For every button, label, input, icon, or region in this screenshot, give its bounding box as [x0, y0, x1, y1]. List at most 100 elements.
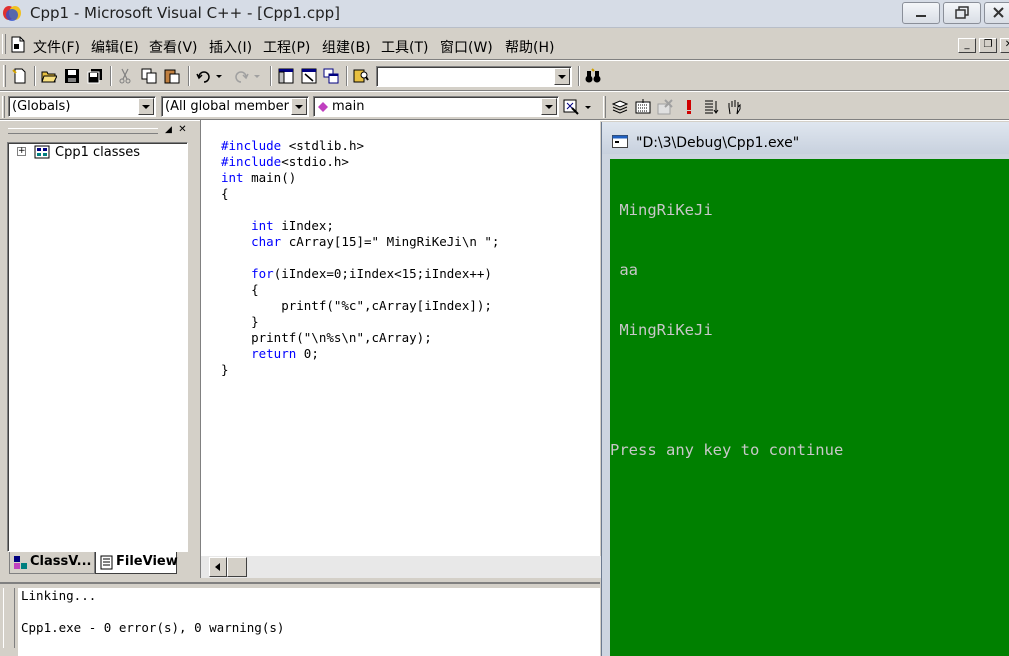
mdi-minimize-icon: _ [964, 39, 970, 50]
toolbar-grip[interactable] [3, 65, 6, 87]
save-all-icon[interactable] [87, 68, 103, 84]
find-combo[interactable] [376, 66, 572, 87]
filter-combo-dropdown[interactable] [291, 98, 307, 115]
scroll-left-button[interactable] [209, 557, 227, 577]
scroll-thumb[interactable] [227, 557, 247, 577]
tab-fileview[interactable]: FileView [95, 552, 178, 574]
paste-icon[interactable] [164, 68, 180, 84]
class-tree: + Cpp1 classes [7, 142, 188, 552]
redo-icon[interactable] [233, 68, 249, 84]
mdi-restore-icon: ❐ [983, 39, 993, 50]
code-line: #include <stdlib.h> [221, 138, 365, 153]
stop-build-icon[interactable] [657, 99, 673, 115]
console-output[interactable]: MingRiKeJi aa MingRiKeJi Press any key t… [610, 159, 1009, 656]
minimize-button[interactable] [902, 2, 940, 24]
menu-window[interactable]: 窗口(W) [440, 37, 493, 57]
members-combo[interactable]: main [313, 96, 559, 117]
console-line: MingRiKeJi [610, 321, 713, 339]
console-line: Press any key to continue [610, 441, 844, 459]
copy-icon[interactable] [141, 68, 157, 84]
workspace-icon[interactable] [278, 68, 294, 84]
toolbar-grip[interactable] [2, 96, 5, 118]
class-combo[interactable]: (Globals) [8, 96, 156, 117]
go-debug-icon[interactable] [703, 99, 719, 115]
class-combo-value: (Globals) [12, 99, 71, 114]
wizard-bar: (Globals) (All global member main [0, 93, 760, 122]
wizard-action-icon[interactable] [563, 99, 579, 115]
fileview-icon [100, 555, 113, 570]
code-line: char cArray[15]=" MingRiKeJi\n "; [251, 234, 500, 249]
classview-icon [14, 556, 27, 569]
console-title-bar[interactable]: "D:\3\Debug\Cpp1.exe" [602, 122, 1009, 154]
tree-expand-toggle[interactable]: + [17, 147, 26, 156]
new-file-icon[interactable] [12, 68, 28, 84]
mdi-close-icon: ✕ [1004, 39, 1009, 50]
output-text[interactable]: Linking... Cpp1.exe - 0 error(s), 0 warni… [18, 588, 600, 656]
wizard-action-dropdown-icon[interactable] [583, 99, 593, 115]
output-gripper[interactable] [3, 588, 15, 648]
execute-icon[interactable] [681, 99, 697, 115]
window-list-icon[interactable] [323, 68, 339, 84]
code-line: #include<stdio.h> [221, 154, 349, 169]
find-in-files-icon[interactable] [353, 68, 369, 84]
cut-icon[interactable] [117, 68, 133, 84]
menu-tools[interactable]: 工具(T) [381, 37, 428, 57]
editor-margin[interactable] [201, 120, 219, 556]
breakpoint-hand-icon[interactable] [726, 99, 742, 115]
close-icon [993, 7, 1004, 18]
arrow-left-icon [215, 563, 220, 571]
standard-toolbar [0, 62, 610, 91]
compile-icon[interactable] [612, 99, 628, 115]
tree-root-label[interactable]: Cpp1 classes [55, 145, 140, 160]
undo-icon[interactable] [196, 68, 212, 84]
toolbar-separator [346, 66, 348, 86]
menu-help[interactable]: 帮助(H) [505, 37, 554, 57]
build-icon[interactable] [635, 99, 651, 115]
undo-dropdown-icon[interactable] [214, 68, 224, 84]
close-button[interactable] [984, 2, 1009, 24]
console-app-icon [612, 135, 628, 148]
panel-dock-button[interactable]: ◢ [163, 125, 174, 136]
find-combo-dropdown[interactable] [554, 68, 570, 85]
tab-classview[interactable]: ClassV... [9, 552, 95, 574]
panel-gripper[interactable] [8, 128, 158, 134]
toolbar-separator [188, 66, 190, 86]
menu-build[interactable]: 组建(B) [322, 37, 371, 57]
code-editor[interactable]: #include <stdlib.h> #include<stdio.h> in… [200, 120, 601, 578]
panel-close-button[interactable]: ✕ [177, 125, 188, 136]
menu-file[interactable]: 文件(F) [33, 37, 80, 57]
members-combo-value: main [332, 99, 365, 114]
filter-combo[interactable]: (All global member [161, 96, 309, 117]
menu-view[interactable]: 查看(V) [149, 37, 198, 57]
mdi-restore-button[interactable]: ❐ [979, 38, 997, 53]
code-line: return 0; [251, 346, 319, 361]
toolbar-separator [270, 66, 272, 86]
redo-dropdown-icon[interactable] [252, 68, 262, 84]
code-keyword: for [251, 266, 274, 281]
menu-grip[interactable] [2, 34, 6, 54]
output-window-icon[interactable] [301, 68, 317, 84]
menu-insert[interactable]: 插入(I) [209, 37, 252, 57]
members-combo-dropdown[interactable] [541, 98, 557, 115]
console-window[interactable]: "D:\3\Debug\Cpp1.exe" MingRiKeJi aa Ming… [601, 122, 1009, 656]
toolbar-grip[interactable] [603, 96, 606, 118]
find-binoculars-icon[interactable] [585, 68, 601, 84]
code-keyword: int [251, 218, 274, 233]
menu-project[interactable]: 工程(P) [263, 37, 310, 57]
mdi-minimize-button[interactable]: _ [958, 38, 976, 53]
output-line: Cpp1.exe - 0 error(s), 0 warning(s) [21, 620, 285, 635]
code-text[interactable]: #include <stdlib.h> #include<stdio.h> in… [221, 122, 499, 378]
restore-button[interactable] [943, 2, 981, 24]
mdi-close-button[interactable]: ✕ [1000, 38, 1009, 53]
document-icon[interactable] [10, 36, 26, 53]
menu-edit[interactable]: 编辑(E) [91, 37, 139, 57]
dock-icon: ◢ [165, 125, 172, 135]
open-folder-icon[interactable] [41, 68, 57, 84]
workspace-panel: ◢ ✕ + Cpp1 classes ClassV... FileView [0, 122, 198, 580]
horizontal-scrollbar[interactable] [201, 556, 601, 578]
save-icon[interactable] [64, 68, 80, 84]
class-combo-dropdown[interactable] [138, 98, 154, 115]
console-title: "D:\3\Debug\Cpp1.exe" [636, 135, 800, 151]
toolbar-separator [578, 66, 580, 86]
